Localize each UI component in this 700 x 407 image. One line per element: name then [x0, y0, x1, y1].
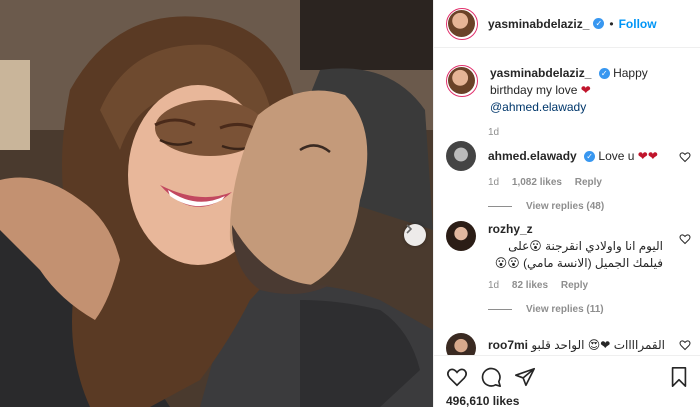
comment-message: القمراااات ❤😍 الواحد قلبو [531, 338, 665, 352]
comment-time: 1d [488, 280, 500, 291]
share-button[interactable] [514, 366, 536, 388]
comment-username[interactable]: ahmed.elawady [488, 149, 577, 163]
replies-divider [488, 206, 512, 207]
comment-emoji: 😮😮 [494, 256, 520, 270]
comment-message: Love u [598, 149, 635, 163]
separator-dot: • [609, 16, 614, 31]
reply-button[interactable]: Reply [575, 177, 602, 188]
commenter-avatar[interactable] [446, 221, 476, 251]
comment-item: ahmed.elawady ✓ Love u ❤❤ 1d 1,082 likes… [446, 141, 691, 212]
view-replies-label: View replies (11) [526, 304, 604, 315]
comment-item: rozhy_z اليوم انا واولادي انقرجنة 😮على ف… [446, 221, 691, 315]
comment-username[interactable]: rozhy_z [488, 222, 533, 236]
photo-illustration [0, 0, 433, 407]
bookmark-icon [671, 367, 687, 387]
comment-like-icon[interactable] [679, 151, 691, 163]
comment-likes[interactable]: 1,082 likes [512, 177, 562, 188]
post-photo[interactable] [0, 0, 433, 407]
commenter-avatar[interactable] [446, 141, 476, 171]
caption-mention[interactable]: @ahmed.elawady [490, 100, 586, 114]
author-username[interactable]: yasminabdelaziz_ [488, 17, 589, 31]
post-caption: yasminabdelaziz_ ✓ Happy birthday my lov… [446, 65, 691, 138]
speech-bubble-icon [481, 367, 501, 387]
heart-outline-icon [447, 368, 467, 387]
comment-username[interactable]: roo7mi [488, 338, 528, 352]
verified-badge-icon: ✓ [598, 68, 610, 80]
like-count[interactable]: 496,610 likes [446, 394, 689, 407]
caption-text: yasminabdelaziz_ ✓ Happy birthday my lov… [490, 65, 690, 116]
comment-text: roo7mi القمراااات ❤😍 الواحد قلبو [488, 337, 673, 355]
caption-avatar[interactable] [446, 65, 478, 97]
chevron-right-icon [406, 224, 413, 234]
caption-time: 1d [488, 127, 500, 138]
next-photo-button[interactable] [404, 224, 426, 246]
reply-button[interactable]: Reply [561, 280, 588, 291]
comment-text: rozhy_z اليوم انا واولادي انقرجنة 😮على ف… [488, 221, 673, 272]
verified-badge-icon: ✓ [584, 151, 596, 163]
heart-emoji: ❤ [580, 83, 591, 97]
like-button[interactable] [446, 366, 468, 388]
comment-meta: 1d 82 likes Reply [488, 280, 691, 291]
heart-emoji: ❤❤ [637, 149, 658, 163]
view-replies-button[interactable]: View replies (11) [488, 304, 691, 315]
post-header: yasminabdelaziz_ ✓ • Follow [434, 0, 700, 48]
caption-meta: 1d [488, 127, 691, 138]
follow-button[interactable]: Follow [619, 17, 657, 31]
comment-button[interactable] [480, 366, 502, 388]
replies-divider [488, 309, 512, 310]
comment-like-icon[interactable] [679, 339, 691, 351]
commenter-avatar[interactable] [446, 333, 476, 355]
comment-like-icon[interactable] [679, 233, 691, 245]
comment-message: اليوم انا واولادي انقرجنة 😮على فيلمك الج… [494, 239, 663, 270]
comment-time: 1d [488, 177, 500, 188]
view-replies-label: View replies (48) [526, 201, 605, 212]
comment-item: roo7mi القمراااات ❤😍 الواحد قلبو [446, 333, 691, 355]
paper-plane-icon [515, 367, 535, 387]
save-button[interactable] [669, 366, 689, 388]
view-replies-button[interactable]: View replies (48) [488, 201, 691, 212]
comments-list[interactable]: yasminabdelaziz_ ✓ Happy birthday my lov… [434, 49, 700, 355]
verified-badge-icon: ✓ [593, 18, 605, 29]
caption-username[interactable]: yasminabdelaziz_ [490, 66, 591, 80]
author-avatar[interactable] [446, 7, 478, 40]
post-sidebar: yasminabdelaziz_ ✓ • Follow yasminabdela… [433, 0, 700, 407]
comment-likes[interactable]: 82 likes [512, 280, 548, 291]
comment-meta: 1d 1,082 likes Reply [488, 177, 691, 188]
comment-text: ahmed.elawady ✓ Love u ❤❤ [488, 148, 673, 171]
action-bar: 496,610 likes [434, 355, 700, 407]
